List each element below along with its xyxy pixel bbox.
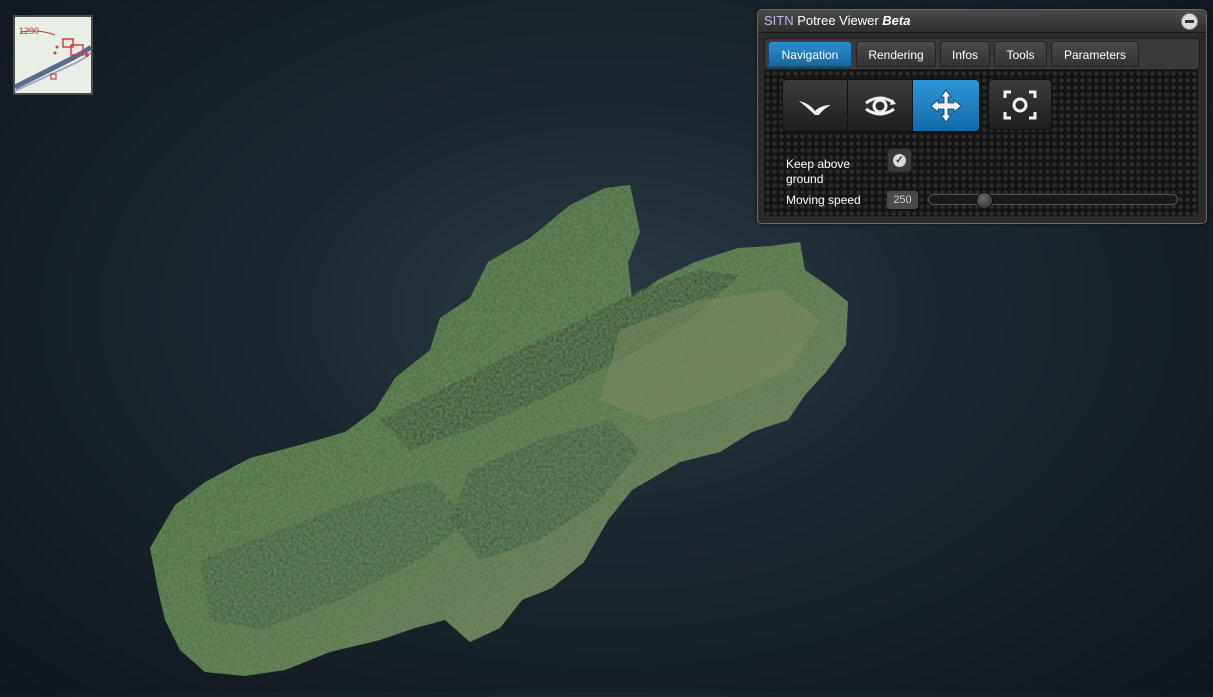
focus-extent-icon	[1003, 90, 1037, 119]
keep-above-ground-label-line2: ground	[786, 172, 824, 186]
panel-title: SITN Potree Viewer Beta	[764, 13, 910, 28]
navigation-mode-group	[782, 79, 980, 132]
keep-above-ground-label: Keep above ground	[786, 157, 850, 187]
focus-extent-button[interactable]	[988, 79, 1052, 130]
panel-title-bar[interactable]: SITN Potree Viewer Beta	[758, 10, 1206, 33]
minimap[interactable]: 1290	[13, 15, 93, 95]
tab-infos[interactable]: Infos	[940, 41, 990, 67]
orbit-mode-icon	[865, 96, 896, 115]
tab-bar: Navigation Rendering Infos Tools Paramet…	[764, 38, 1200, 70]
moving-speed-slider[interactable]	[928, 192, 1178, 209]
pan-mode-icon	[930, 88, 962, 123]
pan-mode-button[interactable]	[913, 80, 979, 131]
panel-title-badge: Beta	[882, 13, 911, 28]
minimap-label: 1290	[19, 26, 39, 36]
tab-parameters[interactable]: Parameters	[1051, 41, 1139, 67]
flight-mode-icon	[799, 100, 831, 115]
keep-above-ground-label-line1: Keep above	[786, 157, 851, 171]
moving-speed-label: Moving speed	[786, 193, 861, 207]
potree-control-panel: SITN Potree Viewer Beta Navigation Rende…	[757, 9, 1207, 224]
tab-rendering[interactable]: Rendering	[856, 41, 936, 67]
keep-above-ground-checkbox[interactable]: ✓	[887, 148, 912, 173]
collapse-icon[interactable]	[1181, 13, 1198, 30]
tab-tools[interactable]: Tools	[994, 41, 1047, 67]
flight-mode-button[interactable]	[783, 80, 848, 131]
check-icon: ✓	[893, 154, 906, 167]
moving-speed-slider-thumb[interactable]	[975, 192, 993, 209]
panel-title-brand: SITN	[764, 13, 794, 28]
navigation-tab-content: Keep above ground ✓ Moving speed 250	[764, 70, 1198, 216]
panel-title-name: Potree Viewer	[797, 13, 879, 28]
orbit-mode-button[interactable]	[848, 80, 913, 131]
tab-navigation[interactable]: Navigation	[768, 41, 852, 67]
moving-speed-value: 250	[887, 191, 918, 209]
minimap-map: 1290	[15, 26, 91, 92]
